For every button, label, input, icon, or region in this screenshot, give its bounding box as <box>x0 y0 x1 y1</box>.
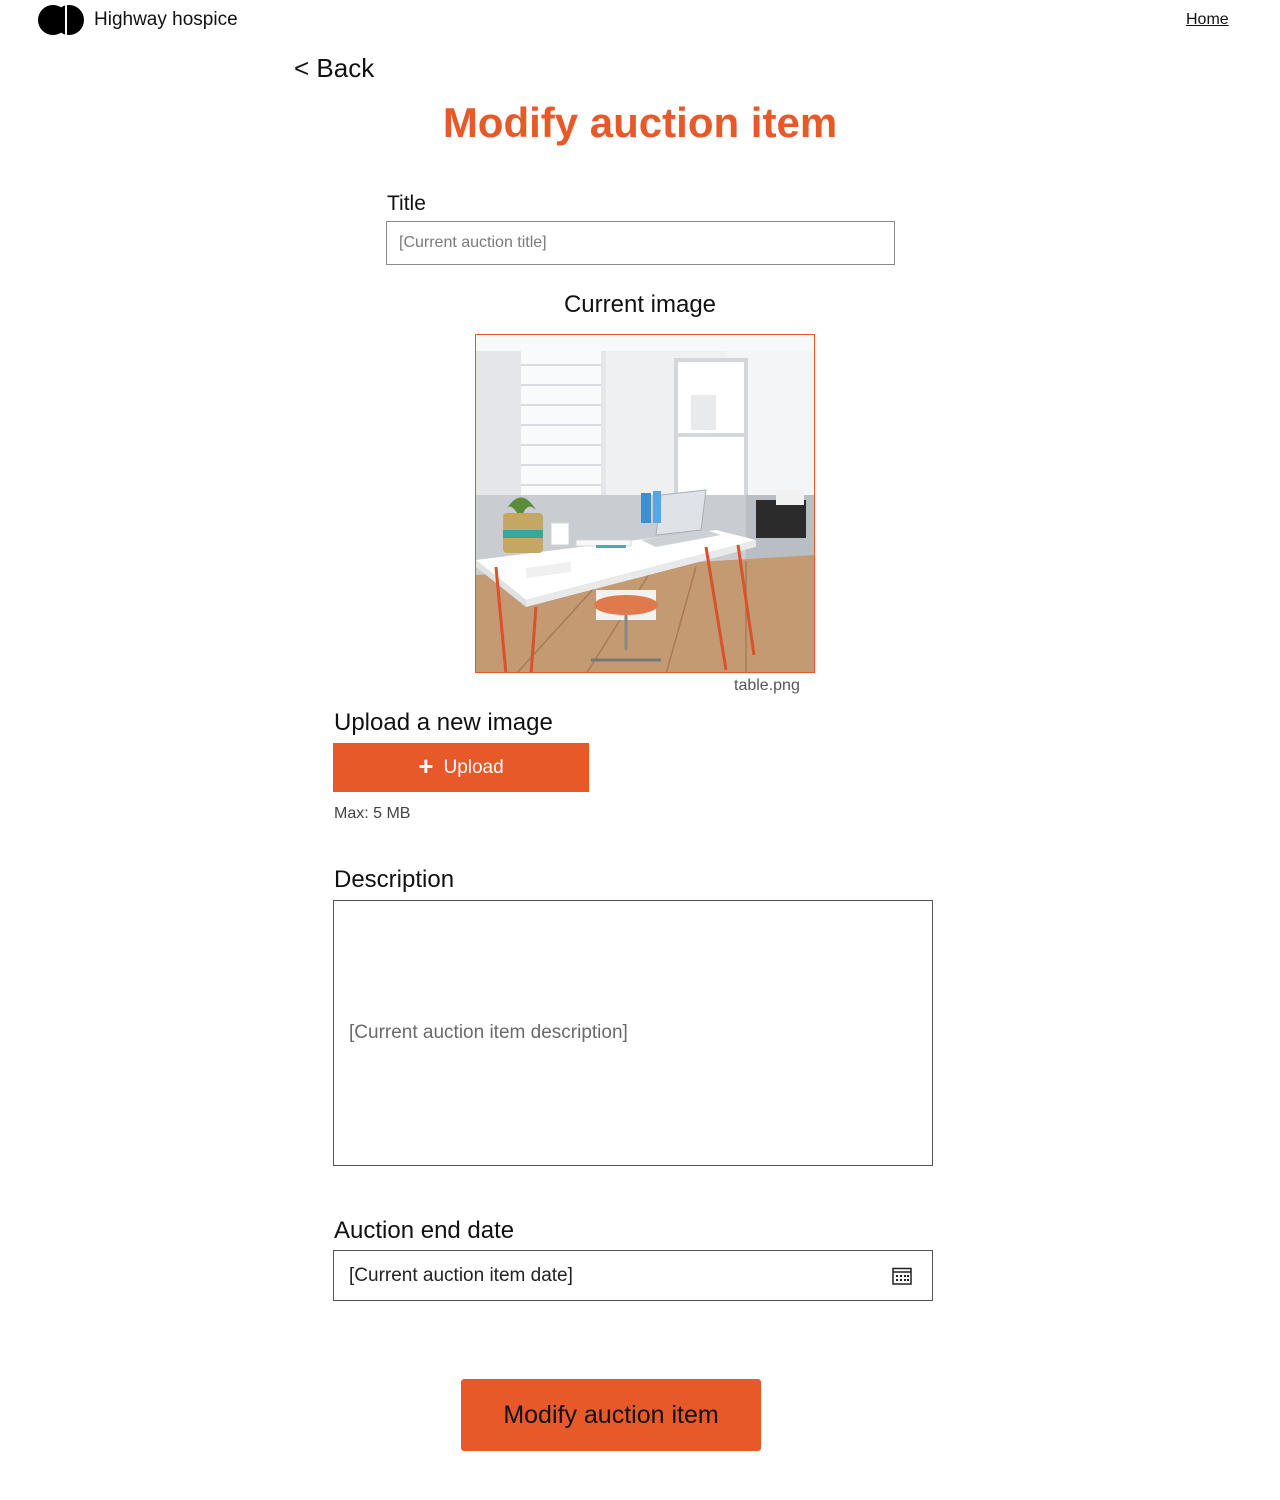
upload-max-size: Max: 5 MB <box>334 805 411 822</box>
calendar-icon[interactable] <box>892 1267 912 1285</box>
logo-icon[interactable] <box>38 5 88 35</box>
end-date-label: Auction end date <box>334 1217 515 1244</box>
back-link[interactable]: < Back <box>294 53 374 84</box>
home-link[interactable]: Home <box>1186 11 1229 29</box>
current-image-label: Current image <box>563 291 717 318</box>
plus-icon: + <box>418 751 434 781</box>
upload-label: Upload a new image <box>334 709 553 736</box>
brand-name: Highway hospice <box>94 9 238 30</box>
end-date-field[interactable]: [Current auction item date] <box>333 1250 933 1301</box>
description-label: Description <box>334 866 455 893</box>
upload-button-label: Upload <box>443 756 504 778</box>
modify-auction-item-button[interactable]: Modify auction item <box>461 1379 761 1451</box>
current-image <box>475 334 815 673</box>
title-input[interactable] <box>386 221 895 265</box>
description-value: [Current auction item description] <box>349 1022 628 1043</box>
page-title: Modify auction item <box>442 99 838 146</box>
title-label: Title <box>387 192 426 215</box>
end-date-value: [Current auction item date] <box>349 1264 573 1286</box>
image-filename: table.png <box>734 677 800 694</box>
description-textarea[interactable]: [Current auction item description] <box>333 900 933 1166</box>
upload-button[interactable]: + Upload <box>333 743 589 792</box>
